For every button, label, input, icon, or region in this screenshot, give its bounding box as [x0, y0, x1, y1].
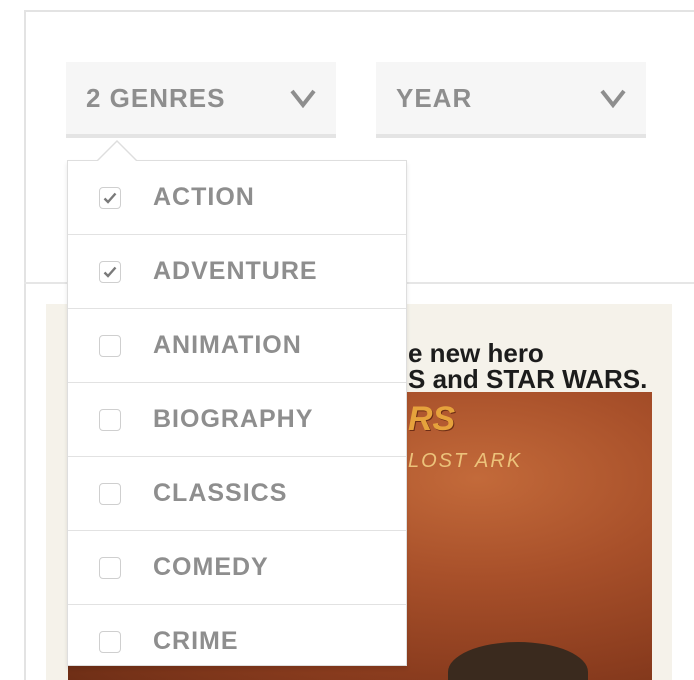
checkbox[interactable]: [99, 260, 121, 283]
genres-select[interactable]: 2 GENRES: [66, 62, 336, 138]
genre-option-label: ADVENTURE: [153, 257, 318, 285]
chevron-down-icon: [290, 89, 316, 108]
poster-subtitle: LOST ARK: [408, 450, 523, 472]
genre-option-label: ACTION: [153, 183, 255, 211]
genre-option-label: BIOGRAPHY: [153, 405, 314, 433]
genre-option-crime[interactable]: CRIME: [68, 605, 406, 665]
checkbox[interactable]: [99, 482, 121, 505]
genre-option-label: CLASSICS: [153, 479, 288, 507]
checkbox[interactable]: [99, 556, 121, 579]
genre-option-biography[interactable]: BIOGRAPHY: [68, 383, 406, 457]
panel-top-border: [24, 10, 694, 12]
checkbox[interactable]: [99, 408, 121, 431]
poster-tagline-2: S and STAR WARS.: [408, 364, 648, 394]
genre-option-classics[interactable]: CLASSICS: [68, 457, 406, 531]
genre-option-action[interactable]: ACTION: [68, 161, 406, 235]
genre-option-adventure[interactable]: ADVENTURE: [68, 235, 406, 309]
checkbox[interactable]: [99, 186, 121, 209]
genre-option-label: ANIMATION: [153, 331, 302, 359]
genres-dropdown[interactable]: ACTION ADVENTURE ANIMATION BIOGRAPHY CLA…: [67, 160, 407, 666]
genre-option-label: CRIME: [153, 627, 239, 655]
poster-title: RS: [408, 400, 456, 438]
dropdown-caret-fill: [98, 142, 136, 161]
chevron-down-icon: [600, 89, 626, 108]
genre-option-comedy[interactable]: COMEDY: [68, 531, 406, 605]
year-select[interactable]: YEAR: [376, 62, 646, 138]
checkbox[interactable]: [99, 630, 121, 653]
check-icon: [103, 266, 117, 278]
genres-select-label: 2 GENRES: [86, 82, 226, 113]
checkbox[interactable]: [99, 334, 121, 357]
genre-option-animation[interactable]: ANIMATION: [68, 309, 406, 383]
genre-option-label: COMEDY: [153, 553, 269, 581]
panel-left-border: [24, 10, 26, 680]
check-icon: [103, 192, 117, 204]
year-select-label: YEAR: [396, 82, 473, 113]
